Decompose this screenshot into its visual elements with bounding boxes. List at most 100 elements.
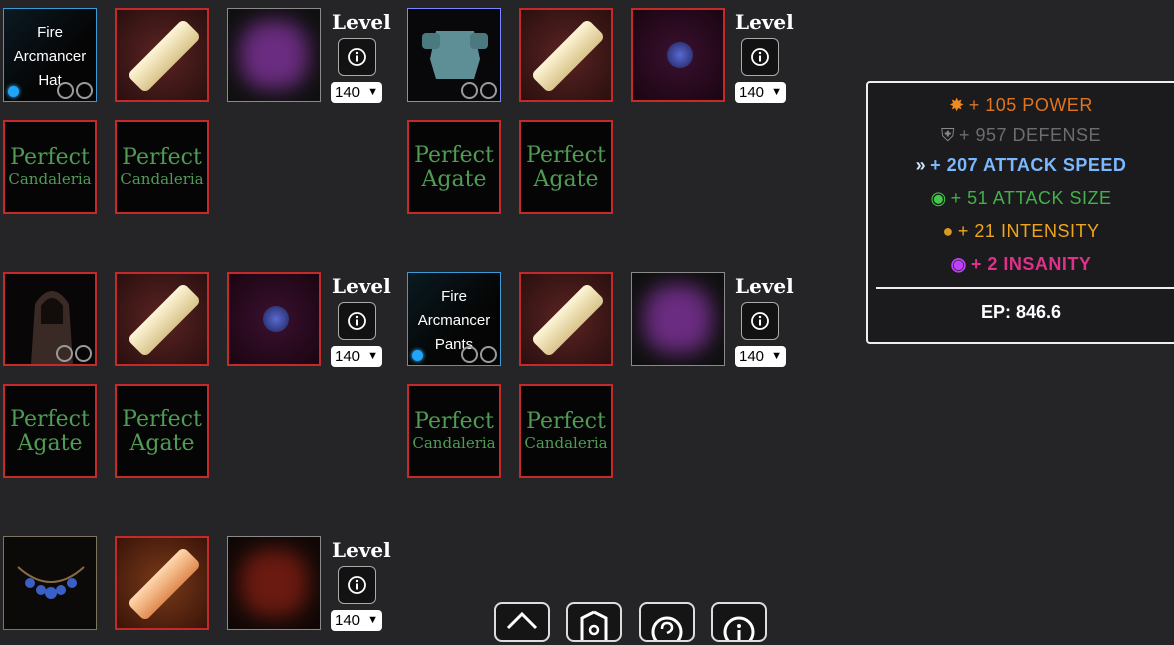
gem-name: Candaleria <box>524 434 608 452</box>
gem-quality: Perfect <box>414 143 494 168</box>
gem-slot[interactable]: Perfect Candaleria <box>115 120 209 214</box>
rune-slot[interactable] <box>631 8 725 102</box>
info-nav-button[interactable] <box>711 602 767 645</box>
gem-quality: Perfect <box>122 407 202 432</box>
socket-rings <box>57 82 93 99</box>
home-icon <box>506 611 538 630</box>
info-button[interactable] <box>741 302 779 340</box>
gem-quality: Perfect <box>122 145 202 170</box>
gem-slot[interactable]: Perfect Candaleria <box>519 384 613 478</box>
gem-quality: Perfect <box>10 407 90 432</box>
info-icon <box>348 312 366 330</box>
level-label: Level <box>735 10 794 34</box>
socket-rings <box>56 345 92 362</box>
enchant-scroll-slot[interactable] <box>115 272 209 366</box>
info-icon <box>723 616 755 645</box>
rune-slot[interactable] <box>227 536 321 630</box>
rune-slot[interactable] <box>227 272 321 366</box>
gem-name: Agate <box>17 431 83 456</box>
level-label: Level <box>735 274 794 298</box>
star-burst-icon: ✸ <box>949 95 965 115</box>
socket-icon <box>76 82 93 99</box>
home-button[interactable] <box>494 602 550 642</box>
socket-icon <box>56 345 73 362</box>
gem-name: Agate <box>533 167 599 192</box>
gem-name: Candaleria <box>412 434 496 452</box>
stat-defense: ⛨ + 957 DEFENSE <box>940 125 1102 145</box>
purple-rune-icon <box>240 21 308 89</box>
scroll-icon <box>126 282 202 358</box>
gem-quality: Perfect <box>526 409 606 434</box>
rarity-orb-icon <box>412 350 423 361</box>
level-select[interactable]: 140 ▼ <box>331 346 382 367</box>
info-icon <box>348 48 366 66</box>
chevron-down-icon: ▼ <box>367 86 378 98</box>
gem-name: Agate <box>421 167 487 192</box>
enchant-scroll-slot[interactable] <box>519 8 613 102</box>
gem-slot[interactable]: Perfect Agate <box>407 120 501 214</box>
gear-slot-cloak[interactable] <box>3 272 97 366</box>
chevron-down-icon: ▼ <box>367 614 378 626</box>
gem-slot[interactable]: Perfect Agate <box>519 120 613 214</box>
stat-intensity: ● + 21 INTENSITY <box>942 221 1100 241</box>
red-rune-icon <box>240 549 308 617</box>
blue-rune-icon <box>667 42 693 68</box>
stat-power: ✸ + 105 POWER <box>949 95 1093 115</box>
fire-scroll-icon <box>126 546 202 622</box>
socket-icon <box>57 82 74 99</box>
socket-icon <box>480 346 497 363</box>
enchant-scroll-slot[interactable] <box>519 272 613 366</box>
scroll-icon <box>530 18 606 94</box>
socket-icon <box>461 346 478 363</box>
info-button[interactable] <box>338 38 376 76</box>
level-select[interactable]: 140 ▼ <box>331 610 382 631</box>
enchant-scroll-slot[interactable] <box>115 8 209 102</box>
stat-attack-size: ◉ + 51 ATTACK SIZE <box>930 188 1112 208</box>
orbit-icon: ◉ <box>930 188 947 208</box>
fist-icon: ● <box>942 221 954 241</box>
chevron-down-icon: ▼ <box>367 350 378 362</box>
gear-slot-necklace[interactable] <box>3 536 97 630</box>
stat-attack-speed: » + 207 ATTACK SPEED <box>915 155 1127 175</box>
gem-name: Agate <box>129 431 195 456</box>
speed-icon: » <box>915 155 927 175</box>
gem-quality: Perfect <box>526 143 606 168</box>
info-icon <box>751 312 769 330</box>
gem-slot[interactable]: Perfect Candaleria <box>3 120 97 214</box>
info-button[interactable] <box>741 38 779 76</box>
gem-quality: Perfect <box>414 409 494 434</box>
chevron-down-icon: ▼ <box>771 350 782 362</box>
level-select[interactable]: 140 ▼ <box>331 82 382 103</box>
enchant-scroll-slot[interactable] <box>115 536 209 630</box>
stat-insanity: ◉ + 2 INSANITY <box>950 254 1092 274</box>
info-icon <box>751 48 769 66</box>
blue-rune-icon <box>263 306 289 332</box>
gear-slot-hat[interactable]: Fire Arcmancer Hat <box>3 8 97 102</box>
rune-slot[interactable] <box>631 272 725 366</box>
socket-icon <box>480 82 497 99</box>
gem-name: Candaleria <box>120 170 204 188</box>
divider <box>876 287 1174 289</box>
help-button[interactable] <box>639 602 695 645</box>
shield-icon <box>580 610 608 640</box>
level-select[interactable]: 140 ▼ <box>735 82 786 103</box>
necklace-icon <box>17 566 85 599</box>
level-select[interactable]: 140 ▼ <box>735 346 786 367</box>
info-button[interactable] <box>338 566 376 604</box>
gem-slot[interactable]: Perfect Candaleria <box>407 384 501 478</box>
info-button[interactable] <box>338 302 376 340</box>
ep-value: EP: 846.6 <box>980 302 1062 322</box>
gem-slot[interactable]: Perfect Agate <box>3 384 97 478</box>
eye-icon: ◉ <box>950 254 967 274</box>
help-icon <box>651 616 683 645</box>
gear-slot-pants[interactable]: Fire Arcmancer Pants <box>407 272 501 366</box>
gem-name: Candaleria <box>8 170 92 188</box>
gem-slot[interactable]: Perfect Agate <box>115 384 209 478</box>
level-label: Level <box>332 10 391 34</box>
shield-button[interactable] <box>566 602 622 642</box>
gem-quality: Perfect <box>10 145 90 170</box>
rune-slot[interactable] <box>227 8 321 102</box>
level-label: Level <box>332 274 391 298</box>
gear-slot-chest[interactable] <box>407 8 501 102</box>
stats-panel: ✸ + 105 POWER ⛨ + 957 DEFENSE » + 207 ATTAC… <box>866 81 1174 344</box>
